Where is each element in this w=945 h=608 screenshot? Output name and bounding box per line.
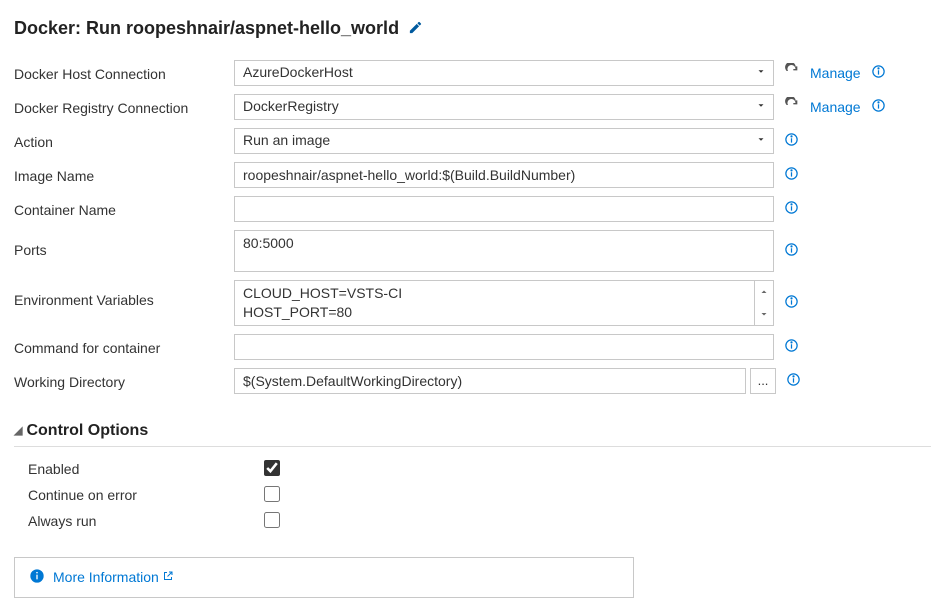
chevron-down-icon bbox=[755, 98, 767, 114]
info-icon[interactable] bbox=[784, 200, 799, 218]
info-icon[interactable] bbox=[786, 372, 801, 390]
info-icon[interactable] bbox=[784, 242, 799, 260]
title-text: Docker: Run roopeshnair/aspnet-hello_wor… bbox=[14, 18, 399, 38]
image-name-label: Image Name bbox=[14, 166, 234, 184]
spin-up-icon[interactable] bbox=[755, 281, 773, 303]
ports-input[interactable]: 80:5000 bbox=[234, 230, 774, 272]
info-icon[interactable] bbox=[784, 338, 799, 356]
info-icon[interactable] bbox=[784, 294, 799, 312]
info-icon[interactable] bbox=[784, 132, 799, 150]
collapse-icon: ◢ bbox=[14, 424, 22, 437]
ports-label: Ports bbox=[14, 230, 234, 258]
docker-host-label: Docker Host Connection bbox=[14, 64, 234, 82]
chevron-down-icon bbox=[755, 64, 767, 80]
enabled-label: Enabled bbox=[28, 459, 264, 477]
enabled-checkbox[interactable] bbox=[264, 460, 280, 476]
container-name-input[interactable] bbox=[234, 196, 774, 222]
more-info-box: More Information bbox=[14, 557, 634, 598]
always-run-label: Always run bbox=[28, 511, 264, 529]
always-run-checkbox[interactable] bbox=[264, 512, 280, 528]
spin-down-icon[interactable] bbox=[755, 303, 773, 325]
manage-host-link[interactable]: Manage bbox=[810, 65, 861, 81]
docker-host-select[interactable]: AzureDockerHost bbox=[234, 60, 774, 86]
manage-registry-link[interactable]: Manage bbox=[810, 99, 861, 115]
container-name-label: Container Name bbox=[14, 200, 234, 218]
continue-on-error-checkbox[interactable] bbox=[264, 486, 280, 502]
action-select[interactable]: Run an image bbox=[234, 128, 774, 154]
command-label: Command for container bbox=[14, 338, 234, 356]
section-control-options[interactable]: ◢ Control Options bbox=[14, 422, 931, 447]
action-label: Action bbox=[14, 132, 234, 150]
working-dir-label: Working Directory bbox=[14, 372, 234, 390]
page-title: Docker: Run roopeshnair/aspnet-hello_wor… bbox=[14, 18, 931, 40]
image-name-input[interactable] bbox=[234, 162, 774, 188]
info-icon[interactable] bbox=[784, 166, 799, 184]
info-icon[interactable] bbox=[871, 98, 886, 116]
env-vars-label: Environment Variables bbox=[14, 280, 234, 308]
info-icon bbox=[29, 568, 45, 587]
external-link-icon bbox=[162, 570, 174, 585]
docker-registry-select[interactable]: DockerRegistry bbox=[234, 94, 774, 120]
edit-icon[interactable] bbox=[408, 19, 423, 40]
continue-on-error-label: Continue on error bbox=[28, 485, 264, 503]
chevron-down-icon bbox=[755, 132, 767, 148]
command-input[interactable] bbox=[234, 334, 774, 360]
docker-registry-label: Docker Registry Connection bbox=[14, 98, 234, 116]
browse-button[interactable]: ... bbox=[750, 368, 776, 394]
working-dir-input[interactable] bbox=[234, 368, 746, 394]
more-info-link[interactable]: More Information bbox=[53, 569, 159, 585]
env-vars-input[interactable]: CLOUD_HOST=VSTS-CI HOST_PORT=80 bbox=[234, 280, 774, 326]
refresh-icon[interactable] bbox=[784, 97, 800, 116]
refresh-icon[interactable] bbox=[784, 63, 800, 82]
info-icon[interactable] bbox=[871, 64, 886, 82]
